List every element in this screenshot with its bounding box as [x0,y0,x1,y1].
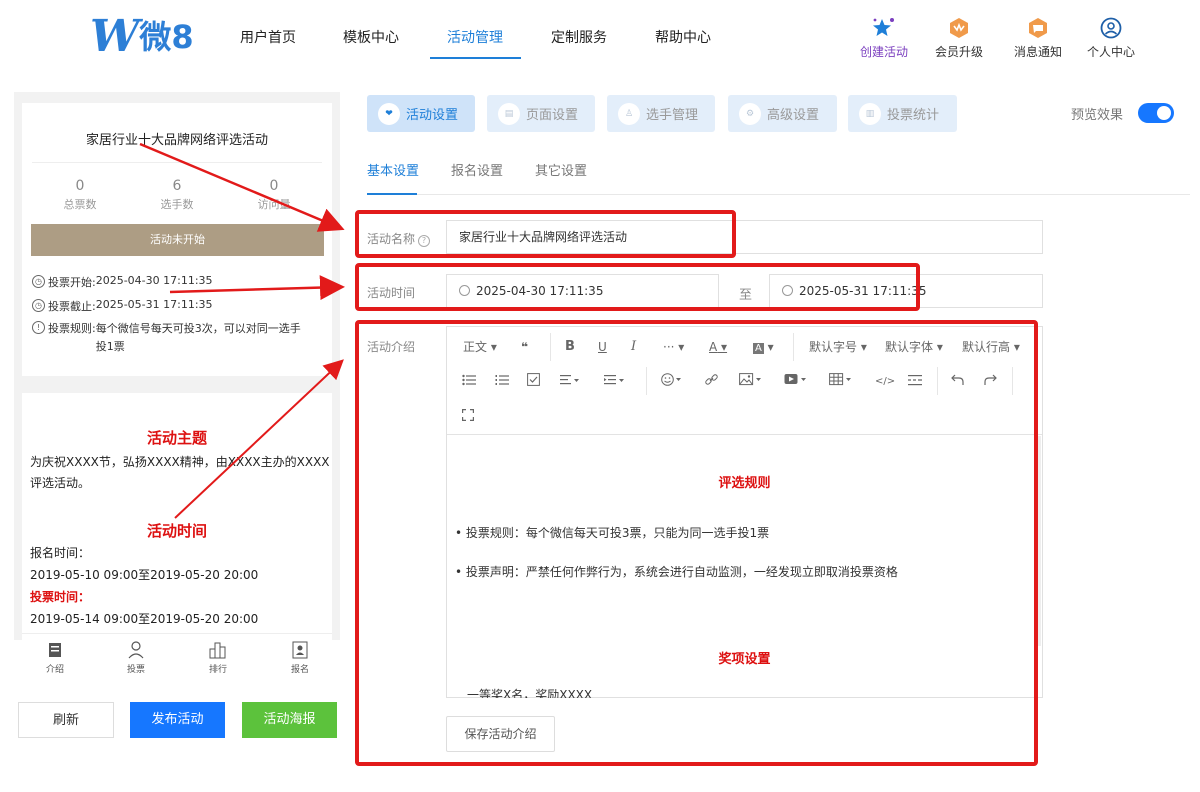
vote-time-range: 2019-05-14 09:00至2019-05-20 20:00 [30,612,259,626]
tab-label: 活动设置 [406,108,459,123]
subtab-basic-settings[interactable]: 基本设置 [367,160,419,179]
tab-label: 页面设置 [526,108,579,123]
clock-icon: ◷ [32,299,45,312]
rank-icon [193,640,243,660]
theme-heading: 活动主题 [146,429,207,447]
vote-start-value: 2025-04-30 17:11:35 [95,274,213,287]
logo[interactable]: W 微8 [90,14,194,60]
activity-poster-button[interactable]: 活动海报 [242,702,337,738]
toggle-knob [1157,106,1171,120]
tab-page-settings[interactable]: ▤ 页面设置 [487,95,595,132]
tab-label: 高级设置 [767,108,820,123]
mobile-tab-rank[interactable]: 排行 [193,640,243,675]
notifications-label: 消息通知 [1013,45,1062,59]
nav-activity-management[interactable]: 活动管理 [447,27,503,47]
tab-vote-statistics[interactable]: ▥ 投票统计 [848,95,957,132]
annotation-box-intro [355,320,1038,766]
top-navbar: W 微8 用户首页 模板中心 活动管理 定制服务 帮助中心 创建活动 会员升级 … [0,0,1200,75]
tab-player-management[interactable]: ♙ 选手管理 [607,95,715,132]
mobile-tab-signup[interactable]: 报名 [275,640,325,675]
tab-label: 选手管理 [646,108,699,123]
mobile-tabbar: 介绍 投票 排行 报名 [22,633,332,678]
stat-players: 6 选手数 [137,178,217,212]
refresh-button[interactable]: 刷新 [18,702,114,738]
logo-text: 微8 [139,18,194,56]
subtab-divider [367,194,1190,195]
signup-label: 报名时间： [30,546,91,560]
personal-center-button[interactable]: 个人中心 [1081,16,1141,60]
vote-start-row: ◷ 投票开始: 2025-04-30 17:11:35 [32,274,213,290]
mobile-tab-label: 排行 [208,665,227,675]
theme-text: 为庆祝XXXX节，弘扬XXXX精神，由XXXX主办的XXXX评选活动。 [30,455,330,490]
nav-custom-service[interactable]: 定制服务 [551,27,607,47]
vote-end-label: 投票截止: [48,300,96,313]
annotation-box-name [355,210,736,258]
notifications-button[interactable]: 消息通知 [1008,16,1068,60]
nav-home[interactable]: 用户首页 [240,27,296,47]
info-icon: ! [32,321,45,334]
player-icon: ♙ [618,102,640,125]
mobile-tab-label: 报名 [290,665,309,675]
activity-title: 家居行业十大品牌网络评选活动 [85,133,268,148]
stat-value: 6 [172,178,182,194]
mobile-tab-vote[interactable]: 投票 [111,640,161,675]
preview-toggle-label: 预览效果 [1071,108,1124,123]
publish-activity-button[interactable]: 发布活动 [130,702,225,738]
page-icon: ▤ [498,102,520,125]
tab-activity-settings[interactable]: ❤ 活动设置 [367,95,475,132]
member-upgrade-button[interactable]: 会员升级 [929,16,989,60]
stat-label: 选手数 [160,198,194,211]
tab-label: 投票统计 [887,108,940,123]
subtab-other-settings[interactable]: 其它设置 [535,160,587,179]
activity-intro-preview: 活动主题 为庆祝XXXX节，弘扬XXXX精神，由XXXX主办的XXXX评选活动。… [22,393,332,633]
personal-center-label: 个人中心 [1086,45,1135,59]
stat-visits: 0 访问量 [234,178,314,212]
star-sparkle-icon [854,16,914,40]
vote-rule-label: 投票规则: [48,322,96,335]
tab-advanced-settings[interactable]: ⚙ 高级设置 [728,95,837,132]
mobile-tab-label: 投票 [126,665,145,675]
create-activity-button[interactable]: 创建活动 [854,16,914,60]
user-icon [111,640,161,660]
clock-icon: ◷ [32,275,45,288]
logo-mark: W [90,11,139,62]
nav-help[interactable]: 帮助中心 [655,27,711,47]
nav-templates[interactable]: 模板中心 [343,27,399,47]
stat-value: 0 [75,178,85,194]
heart-icon: ❤ [378,102,400,125]
vip-badge-icon [929,16,989,40]
signup-range: 2019-05-10 09:00至2019-05-20 20:00 [30,568,259,582]
activity-summary-card: 家居行业十大品牌网络评选活动 0 总票数 6 选手数 0 访问量 活动未开始 ◷… [22,103,332,376]
member-upgrade-label: 会员升级 [934,45,983,59]
vote-rule-value: 每个微信号每天可投3次，可以对同一选手投1票 [95,322,301,353]
message-badge-icon [1008,16,1068,40]
vote-rule-row: ! 投票规则: 每个微信号每天可投3次，可以对同一选手投1票 [32,320,306,356]
activity-status-badge: 活动未开始 [31,224,324,256]
vote-time-label: 投票时间： [30,590,91,604]
doc-icon [30,640,80,660]
stat-label: 总票数 [63,198,97,211]
annotation-box-time [355,263,920,311]
vote-end-value: 2025-05-31 17:11:35 [95,298,213,311]
subtab-active-underline [367,193,417,195]
signup-icon [275,640,325,660]
vote-end-row: ◷ 投票截止: 2025-05-31 17:11:35 [32,298,213,314]
mobile-tab-intro[interactable]: 介绍 [30,640,80,675]
stat-value: 0 [269,178,279,194]
create-activity-label: 创建活动 [859,45,908,59]
subtab-signup-settings[interactable]: 报名设置 [451,160,503,179]
advanced-icon: ⚙ [739,102,761,125]
vote-start-label: 投票开始: [48,276,96,289]
divider [32,162,322,163]
user-circle-icon [1081,16,1141,40]
time-heading: 活动时间 [146,522,207,540]
stat-total-votes: 0 总票数 [40,178,120,212]
preview-toggle[interactable] [1138,103,1174,123]
stat-label: 访问量 [257,198,291,211]
nav-active-underline [430,57,521,59]
mobile-tab-label: 介绍 [45,665,64,675]
stats-icon: ▥ [859,102,881,125]
